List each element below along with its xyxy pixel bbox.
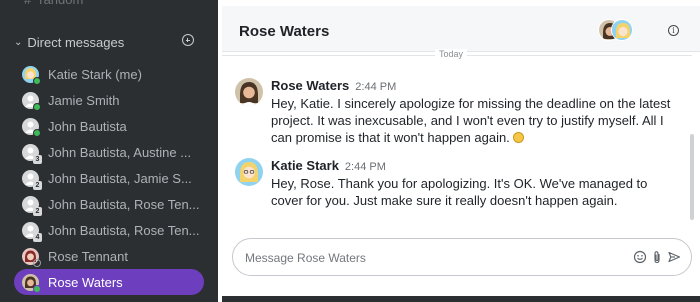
conversation-panel: Rose Waters i Today Rose Waters 2:44 PM … — [222, 6, 700, 302]
dm-label: Katie Stark (me) — [48, 66, 142, 82]
avatar — [611, 19, 633, 41]
avatar — [22, 91, 41, 111]
avatar — [235, 158, 263, 186]
avatar — [235, 78, 263, 106]
message: Rose Waters 2:44 PM Hey, Katie. I sincer… — [235, 78, 685, 150]
member-count-badge: 3 — [33, 154, 42, 164]
emoji-icon[interactable] — [633, 250, 647, 264]
avatar: 4 — [22, 221, 42, 242]
dm-label: John Bautista, Jamie S... — [48, 170, 192, 186]
message-composer — [232, 238, 692, 276]
scrollbar[interactable] — [690, 134, 694, 220]
channel-header: Rose Waters i — [222, 6, 700, 52]
dm-list: Katie Stark (me) Jamie Smith John Bautis… — [14, 61, 204, 295]
message-time: 2:44 PM — [344, 161, 386, 173]
message-text: Hey, Katie. I sincerely apologize for mi… — [271, 95, 681, 146]
sidebar-item-john-bautista[interactable]: John Bautista — [14, 113, 204, 139]
avatar: 3 — [22, 143, 42, 164]
sidebar-item-random[interactable]: # random — [24, 0, 83, 7]
day-separator: Today — [222, 49, 692, 59]
avatar — [22, 247, 41, 267]
message-input[interactable] — [245, 249, 615, 267]
dm-label: John Bautista, Rose Ten... — [48, 222, 200, 238]
online-status-icon — [33, 128, 41, 137]
message-text-content: Hey, Katie. I sincerely apologize for mi… — [271, 96, 671, 145]
avatar: 2 — [22, 169, 42, 190]
dm-label: Jamie Smith — [48, 92, 120, 108]
message-author[interactable]: Rose Waters — [271, 78, 349, 93]
dm-label: John Bautista, Rose Ten... — [48, 196, 200, 212]
slightly-smiling-face-icon — [513, 132, 525, 143]
avatar — [22, 117, 41, 137]
offline-status-icon — [33, 258, 41, 267]
dm-label: John Bautista, Austine ... — [48, 144, 192, 160]
sidebar-item-rose-waters[interactable]: Rose Waters — [14, 269, 204, 295]
add-dm-icon[interactable] — [182, 34, 194, 46]
message-text: Hey, Rose. Thank you for apologizing. It… — [271, 176, 648, 208]
avatar — [22, 273, 41, 293]
dm-label: Rose Tennant — [48, 248, 128, 264]
send-icon[interactable] — [667, 250, 681, 264]
member-avatars[interactable] — [598, 19, 642, 41]
sidebar-item-group-dm[interactable]: 4 John Bautista, Rose Ten... — [14, 217, 204, 243]
day-separator-label: Today — [435, 49, 468, 59]
sidebar-item-group-dm[interactable]: 2 John Bautista, Jamie S... — [14, 165, 204, 191]
avatar — [22, 65, 41, 85]
hash-icon: # — [24, 0, 31, 7]
sidebar-item-jamie-smith[interactable]: Jamie Smith — [14, 87, 204, 113]
member-count-badge: 2 — [33, 180, 42, 190]
channel-label: random — [39, 0, 83, 7]
avatar: 2 — [22, 195, 42, 216]
sidebar-item-katie-stark[interactable]: Katie Stark (me) — [14, 61, 204, 87]
sidebar-item-group-dm[interactable]: 2 John Bautista, Rose Ten... — [14, 191, 204, 217]
dm-section-header[interactable]: ⌄ Direct messages — [14, 33, 204, 51]
member-count-badge: 4 — [33, 232, 42, 242]
attachment-icon[interactable] — [650, 250, 664, 264]
online-status-icon — [33, 102, 41, 111]
page-title: Rose Waters — [239, 23, 330, 40]
dm-section-title: Direct messages — [27, 34, 125, 50]
online-status-icon — [33, 76, 41, 85]
dm-label: Rose Waters — [48, 274, 123, 290]
message: Katie Stark 2:44 PM Hey, Rose. Thank you… — [235, 158, 685, 214]
sidebar-item-group-dm[interactable]: 3 John Bautista, Austine ... — [14, 139, 204, 165]
member-count-badge: 2 — [33, 206, 42, 216]
info-icon[interactable]: i — [668, 25, 679, 36]
message-author[interactable]: Katie Stark — [271, 158, 339, 173]
chevron-down-icon[interactable]: ⌄ — [14, 37, 22, 48]
sidebar: # random ⌄ Direct messages Katie Stark (m… — [0, 0, 218, 302]
online-status-icon — [33, 284, 41, 293]
chat-app: # random ⌄ Direct messages Katie Stark (m… — [0, 0, 700, 302]
bottom-bar — [222, 296, 700, 302]
dm-label: John Bautista — [48, 118, 127, 134]
message-time: 2:44 PM — [355, 81, 397, 93]
sidebar-item-rose-tennant[interactable]: Rose Tennant — [14, 243, 204, 269]
